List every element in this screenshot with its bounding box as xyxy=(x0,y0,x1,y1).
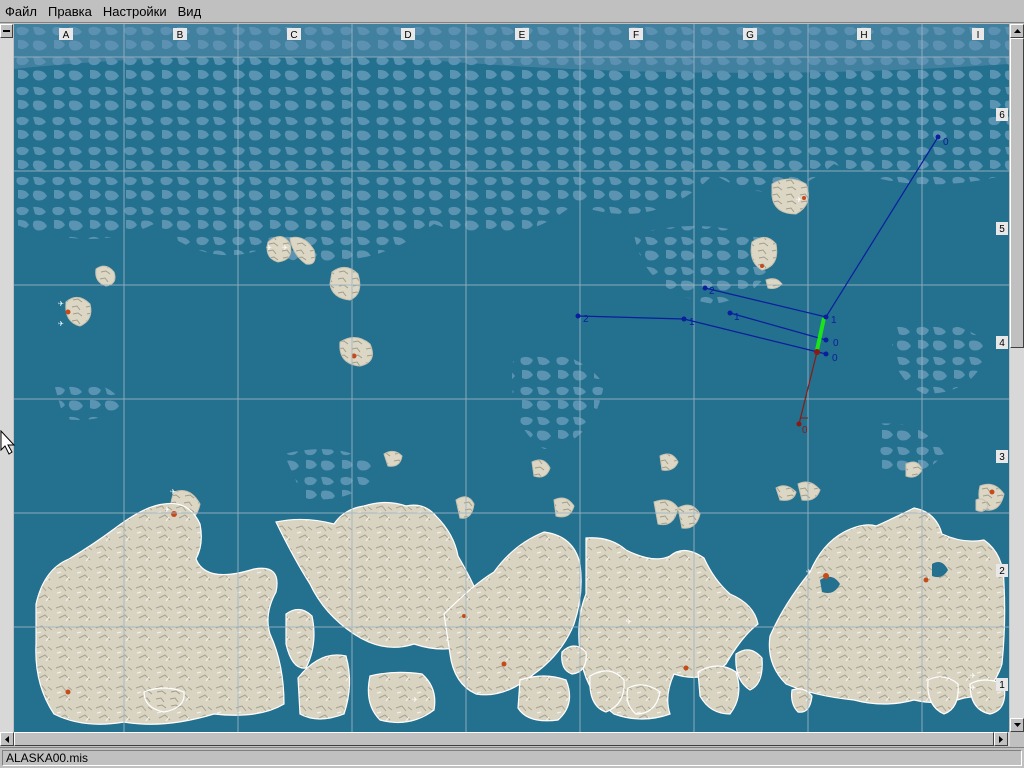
status-bar: ALASKA00.mis xyxy=(0,747,1024,768)
map-viewport[interactable]: ✈ ✈ ✈ ✈ ✈ ✈ ✈ ✈ ✈ ✈ ✈ ✈ A B C D E F G H … xyxy=(14,24,1009,732)
menu-file[interactable]: Файл xyxy=(0,4,43,19)
airfield-marker xyxy=(760,264,764,268)
plane-icon: ✈ xyxy=(796,196,802,204)
waypoint-red[interactable] xyxy=(796,421,802,427)
route-c-label-0: 0 xyxy=(832,353,838,364)
minus-icon xyxy=(3,30,10,32)
waypoint-red[interactable] xyxy=(814,349,820,355)
menu-edit[interactable]: Правка xyxy=(43,4,98,19)
column-label-h: H xyxy=(860,30,867,41)
plane-icon: ✈ xyxy=(806,568,812,576)
plane-icon: ✈ xyxy=(58,320,64,328)
waypoint[interactable] xyxy=(681,316,687,322)
vertical-scroll-thumb[interactable] xyxy=(1010,38,1024,348)
column-label-c: C xyxy=(290,30,297,41)
plane-icon: ✈ xyxy=(266,244,272,252)
scroll-left-button[interactable] xyxy=(0,732,14,746)
waypoint[interactable] xyxy=(702,285,708,291)
column-label-a: A xyxy=(63,30,70,41)
airfield-marker xyxy=(65,689,71,695)
arrow-right-icon xyxy=(999,735,1003,743)
airfield-marker xyxy=(989,489,995,495)
left-scrollbar[interactable] xyxy=(0,24,13,732)
mouse-pointer-icon xyxy=(0,430,16,455)
waypoint[interactable] xyxy=(575,313,581,319)
airfield-marker xyxy=(501,661,507,667)
waypoint[interactable] xyxy=(823,337,829,343)
plane-icon: ✈ xyxy=(412,696,418,704)
row-label-1: 1 xyxy=(999,680,1005,691)
menu-bar: Файл Правка Настройки Вид xyxy=(0,0,1024,23)
airfield-marker xyxy=(462,614,466,618)
route-c-label-2: 2 xyxy=(583,314,589,325)
scroll-up-button[interactable] xyxy=(1010,24,1024,38)
route-red-label-0: 0 xyxy=(802,425,808,436)
route-c-label-1: 1 xyxy=(689,317,695,328)
route-a-label-1: 1 xyxy=(831,315,837,326)
route-b-label-0: 0 xyxy=(833,338,839,349)
scroll-down-button[interactable] xyxy=(1010,718,1024,732)
plane-icon: ✈ xyxy=(282,244,288,252)
column-label-d: D xyxy=(404,30,411,41)
column-label-g: G xyxy=(746,30,754,41)
column-label-i: I xyxy=(977,30,980,41)
column-label-f: F xyxy=(633,30,639,41)
left-scroll-button[interactable] xyxy=(0,24,13,38)
airfield-marker xyxy=(823,573,829,579)
vertical-scrollbar[interactable] xyxy=(1010,24,1024,732)
horizontal-scrollbar[interactable] xyxy=(0,732,1010,746)
plane-icon: ✈ xyxy=(970,684,976,692)
arrow-left-icon xyxy=(5,735,9,743)
status-filename: ALASKA00.mis xyxy=(2,750,1022,766)
airfield-marker xyxy=(683,665,689,671)
waypoint[interactable] xyxy=(823,314,829,320)
row-label-3: 3 xyxy=(999,452,1005,463)
route-b-label-1: 1 xyxy=(734,312,740,323)
row-label-6: 6 xyxy=(999,110,1005,121)
menu-settings[interactable]: Настройки xyxy=(98,4,173,19)
scroll-right-button[interactable] xyxy=(994,732,1008,746)
route-a-label-2: 2 xyxy=(709,286,715,297)
airfield-marker xyxy=(171,511,177,517)
waypoint[interactable] xyxy=(727,310,733,316)
waypoint[interactable] xyxy=(935,134,941,140)
mission-map[interactable]: ✈ ✈ ✈ ✈ ✈ ✈ ✈ ✈ ✈ ✈ ✈ ✈ A B C D E F G H … xyxy=(14,24,1009,732)
row-label-4: 4 xyxy=(999,338,1005,349)
plane-icon: ✈ xyxy=(626,618,632,626)
airfield-marker xyxy=(802,196,806,200)
plane-icon: ✈ xyxy=(170,488,176,496)
arrow-down-icon xyxy=(1013,723,1021,727)
column-label-b: B xyxy=(177,30,184,41)
airfield-marker xyxy=(65,309,71,315)
waypoint[interactable] xyxy=(823,351,829,357)
horizontal-scroll-thumb[interactable] xyxy=(14,732,994,746)
airfield-marker xyxy=(923,577,929,583)
menu-view[interactable]: Вид xyxy=(173,4,208,19)
arrow-up-icon xyxy=(1013,29,1021,33)
plane-icon: ✈ xyxy=(58,300,64,308)
route-a-label-0: 0 xyxy=(943,137,949,148)
column-label-e: E xyxy=(519,30,526,41)
plane-icon: ✈ xyxy=(970,672,976,680)
row-label-2: 2 xyxy=(999,566,1005,577)
row-label-5: 5 xyxy=(999,224,1005,235)
